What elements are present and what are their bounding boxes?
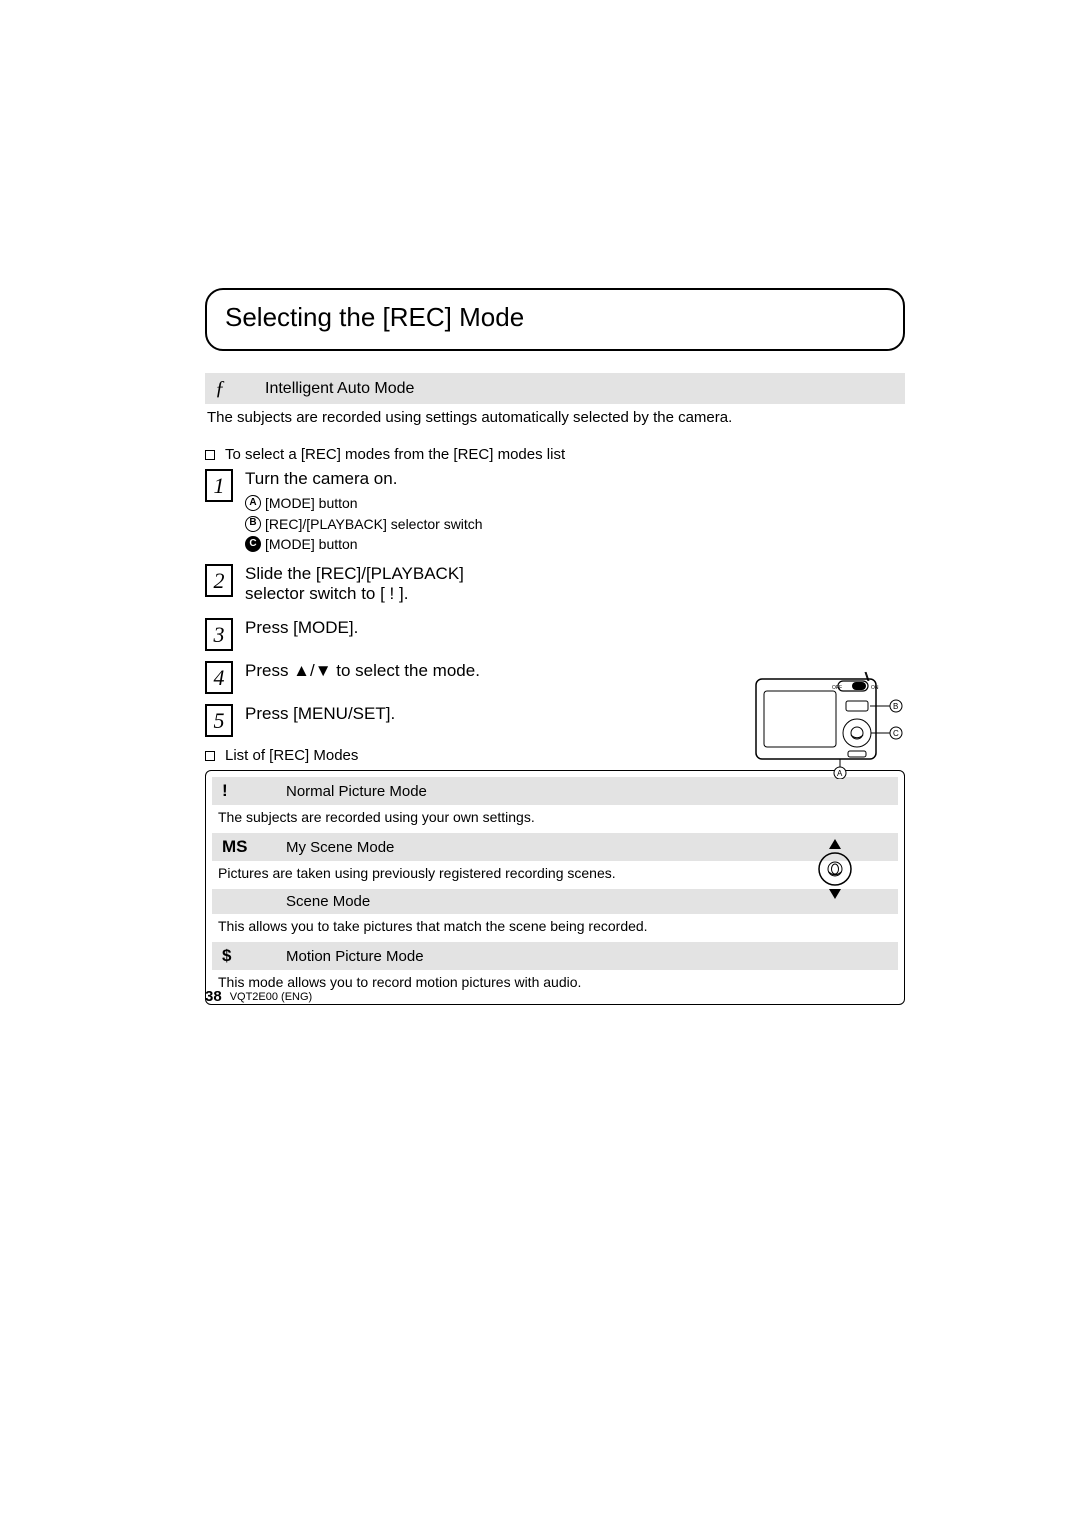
camera-svg: OFF ON B C [750, 669, 910, 779]
to-select-heading: To select a [REC] modes from the [REC] m… [205, 446, 905, 463]
label-c: C [893, 729, 899, 738]
step-1-body: Turn the camera on. A [MODE] button B [R… [245, 469, 905, 554]
step-1-title: Turn the camera on. [245, 469, 905, 489]
to-select-text: To select a [REC] modes from the [REC] m… [225, 446, 565, 463]
step-2-title-b: selector switch to [ ! ]. [245, 584, 905, 604]
mode-normal-icon: ! [222, 781, 256, 801]
ia-description: The subjects are recorded using settings… [205, 404, 905, 438]
mode-motion-name: Motion Picture Mode [286, 948, 424, 965]
step-2: 2 Slide the [REC]/[PLAYBACK] selector sw… [205, 564, 905, 608]
steps-block: OFF ON B C [205, 469, 905, 737]
mode-motion-icon: $ [222, 946, 256, 966]
mode-scene-desc: This allows you to take pictures that ma… [212, 914, 898, 942]
ia-label: Intelligent Auto Mode [265, 380, 414, 398]
on-label: ON [871, 685, 879, 691]
square-bullet-icon [205, 751, 215, 761]
page-footer: 38 VQT2E00 (ENG) [205, 988, 312, 1005]
camera-diagram: OFF ON B C [750, 669, 910, 779]
intelligent-auto-heading: ƒ Intelligent Auto Mode [205, 373, 905, 404]
step-1: 1 Turn the camera on. A [MODE] button B … [205, 469, 905, 554]
marker-c-icon: C [245, 536, 261, 552]
step-3-number: 3 [205, 618, 233, 651]
step-3: 3 Press [MODE]. [205, 618, 905, 651]
label-a: A [837, 769, 843, 778]
step-1-sub-a: A [MODE] button [245, 493, 905, 513]
step-5-number: 5 [205, 704, 233, 737]
step-1-sub-c: C [MODE] button [245, 534, 905, 554]
arrow-pad-diagram [805, 839, 865, 899]
title-box: Selecting the [REC] Mode [205, 288, 905, 351]
mode-scene-name: Scene Mode [286, 893, 370, 910]
mode-myscene-heading: MS My Scene Mode [212, 833, 898, 861]
marker-b-text: [REC]/[PLAYBACK] selector switch [265, 514, 483, 534]
mode-normal-desc: The subjects are recorded using your own… [212, 805, 898, 833]
step-2-number: 2 [205, 564, 233, 597]
page: Selecting the [REC] Mode ƒ Intelligent A… [0, 0, 1080, 1526]
content-area: Selecting the [REC] Mode ƒ Intelligent A… [205, 288, 905, 1005]
mode-motion-heading: $ Motion Picture Mode [212, 942, 898, 970]
marker-a-text: [MODE] button [265, 493, 358, 513]
mode-normal-heading: ! Normal Picture Mode [212, 777, 898, 805]
mode-normal-name: Normal Picture Mode [286, 783, 427, 800]
mode-scene-heading: Scene Mode [212, 889, 898, 914]
list-heading-text: List of [REC] Modes [225, 747, 358, 764]
page-title: Selecting the [REC] Mode [225, 302, 524, 332]
marker-a-icon: A [245, 495, 261, 511]
modes-list: ! Normal Picture Mode The subjects are r… [205, 770, 905, 1005]
step-1-sub-b: B [REC]/[PLAYBACK] selector switch [245, 514, 905, 534]
model-code: VQT2E00 (ENG) [230, 991, 313, 1003]
arrowpad-svg [805, 839, 865, 899]
mode-myscene-desc: Pictures are taken using previously regi… [212, 861, 898, 889]
ia-icon: ƒ [215, 377, 235, 400]
square-bullet-icon [205, 450, 215, 460]
mode-myscene-icon: MS [222, 837, 256, 857]
step-2-body: Slide the [REC]/[PLAYBACK] selector swit… [245, 564, 905, 608]
marker-b-icon: B [245, 516, 261, 532]
mode-myscene-name: My Scene Mode [286, 839, 394, 856]
marker-c-text: [MODE] button [265, 534, 358, 554]
mode-motion-desc: This mode allows you to record motion pi… [212, 970, 898, 998]
off-label: OFF [832, 685, 842, 691]
step-3-title: Press [MODE]. [245, 618, 905, 638]
label-b: B [893, 702, 898, 711]
page-number: 38 [205, 988, 222, 1005]
step-4-number: 4 [205, 661, 233, 694]
step-2-title-a: Slide the [REC]/[PLAYBACK] [245, 564, 905, 584]
step-1-number: 1 [205, 469, 233, 502]
